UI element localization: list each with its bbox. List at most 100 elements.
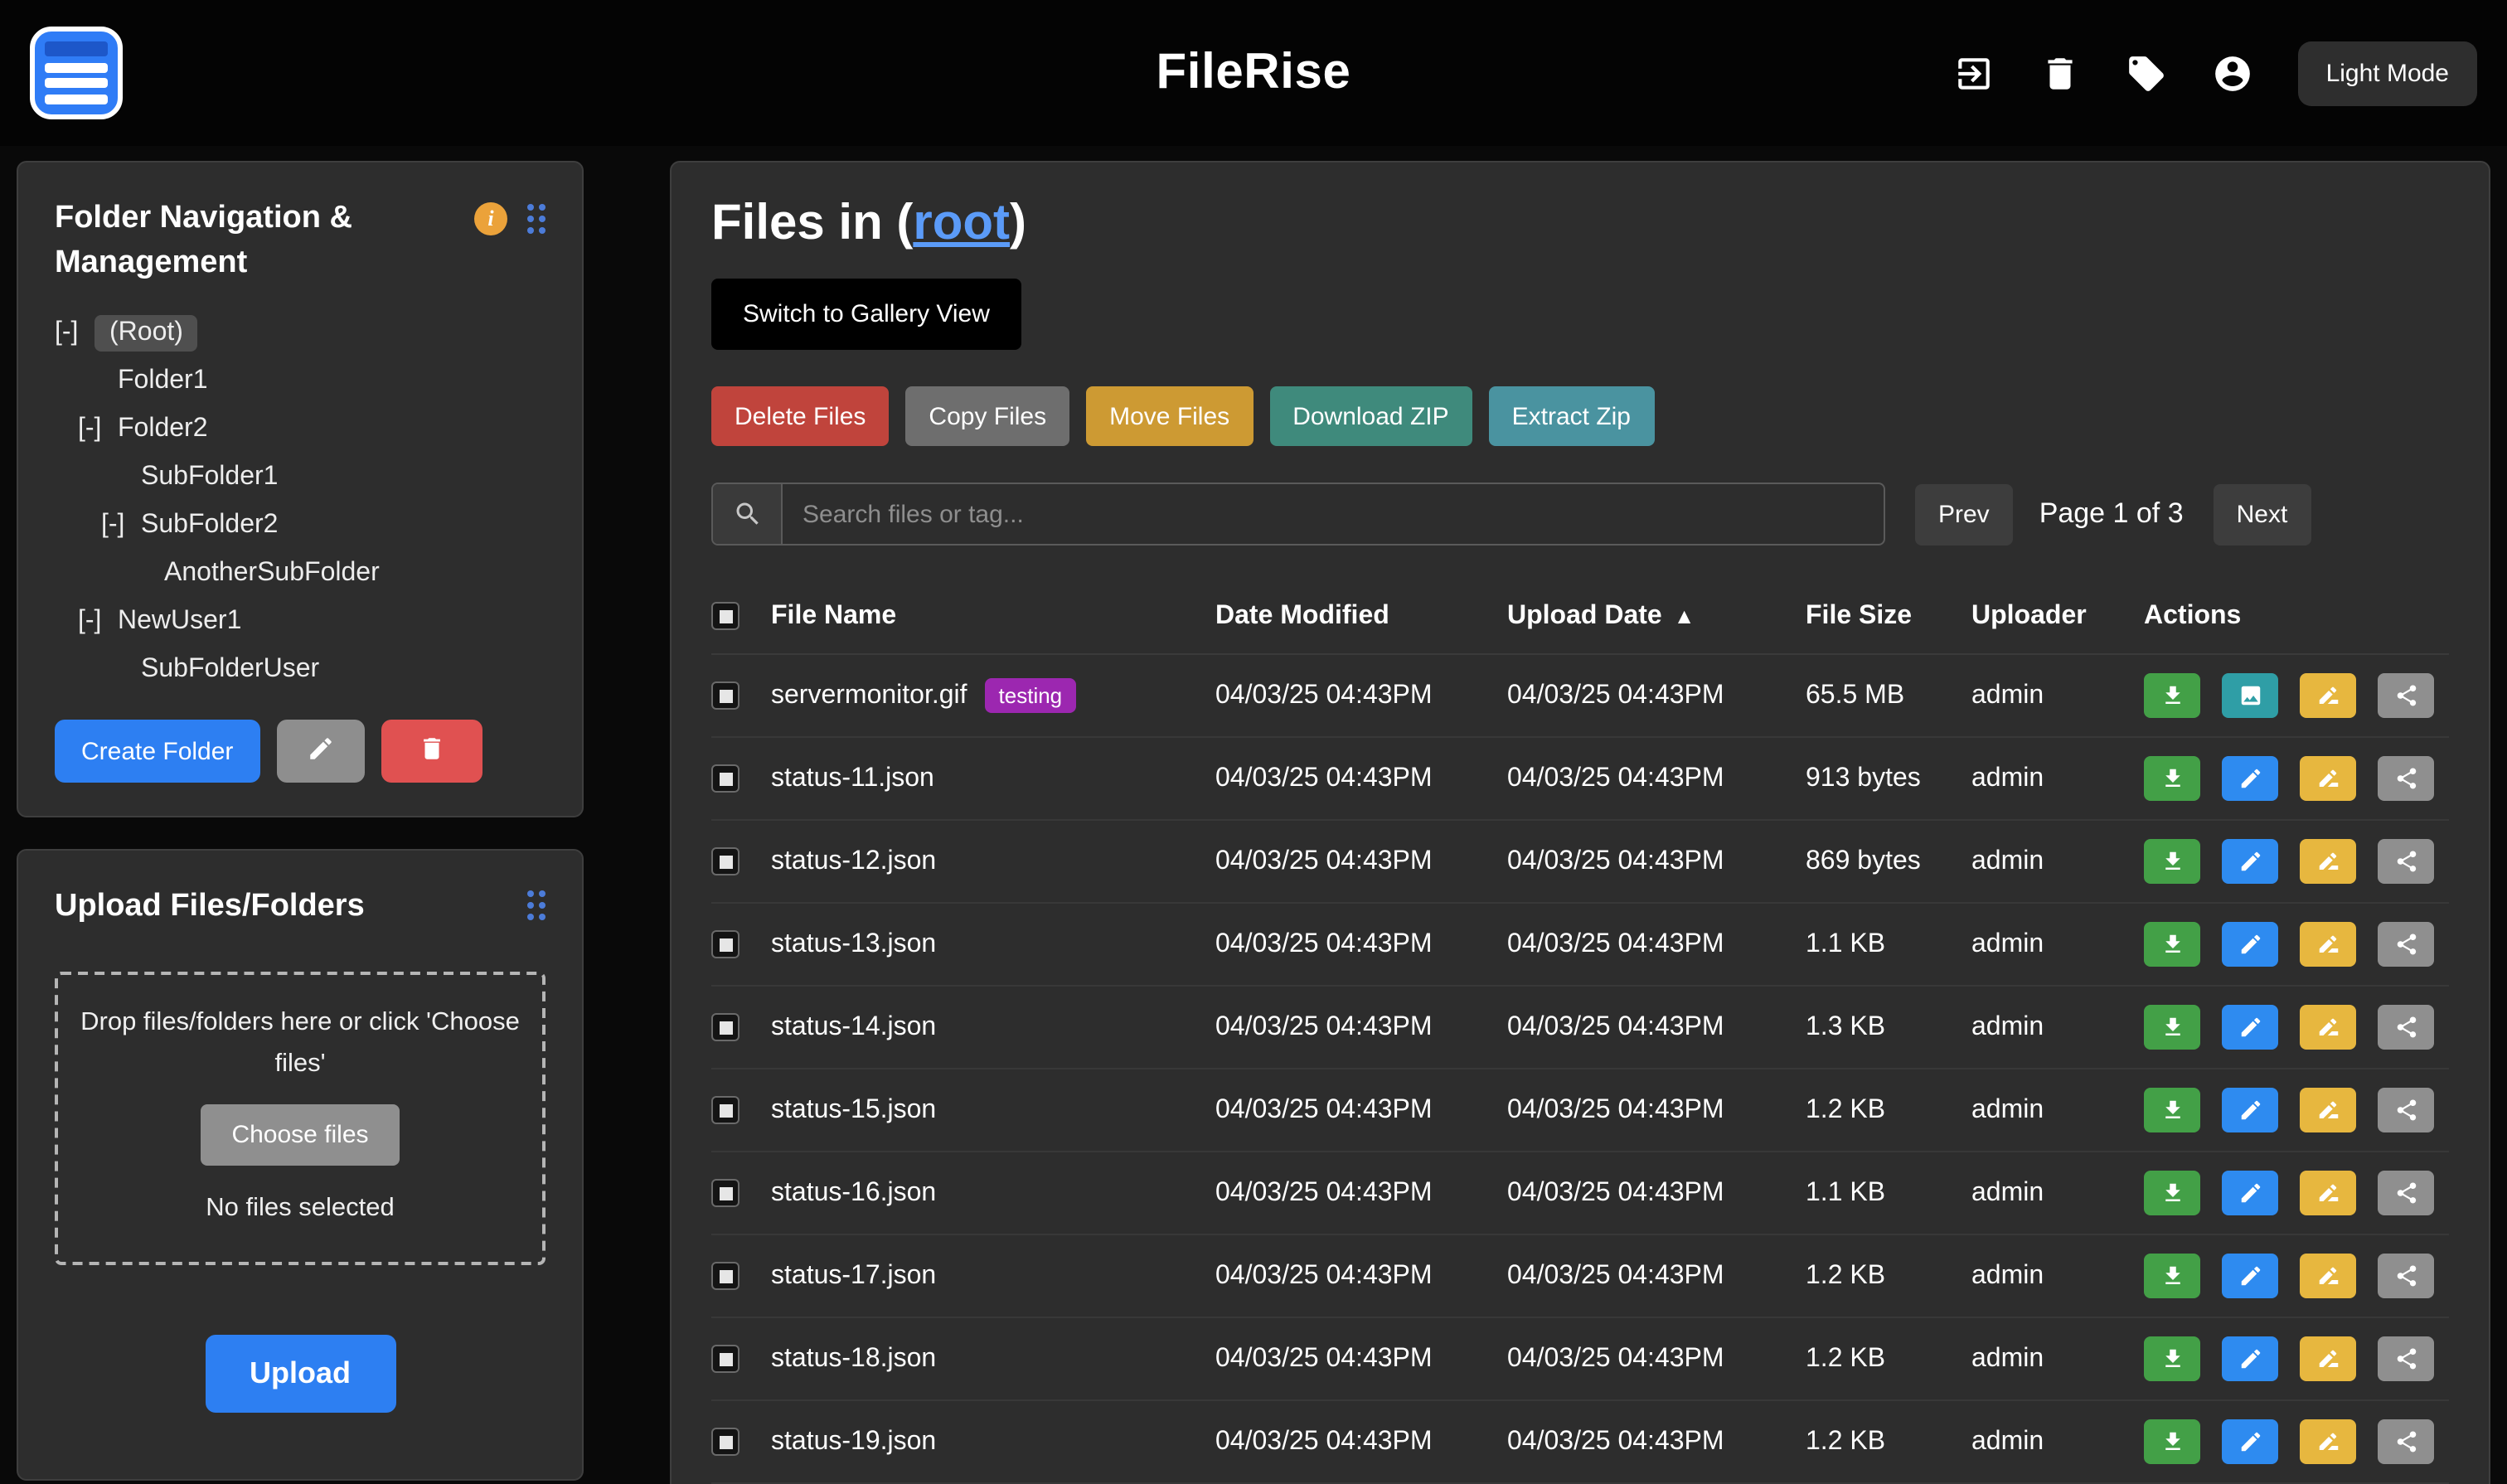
file-name[interactable]: status-14.json <box>771 1012 936 1042</box>
download-button[interactable] <box>2144 1254 2200 1298</box>
edit-button[interactable] <box>2222 922 2278 967</box>
row-checkbox[interactable] <box>711 930 739 958</box>
folder-name[interactable]: Folder1 <box>118 366 208 395</box>
edit-button[interactable] <box>2222 1419 2278 1464</box>
rename-button[interactable] <box>2300 756 2356 801</box>
drag-handle-icon[interactable] <box>527 890 546 920</box>
create-folder-button[interactable]: Create Folder <box>55 720 259 783</box>
file-name[interactable]: status-17.json <box>771 1261 936 1291</box>
download-button[interactable] <box>2144 1336 2200 1381</box>
file-name[interactable]: servermonitor.gif <box>771 681 967 710</box>
folder-name[interactable]: NewUser1 <box>118 606 241 636</box>
file-name[interactable]: status-13.json <box>771 929 936 959</box>
share-button[interactable] <box>2378 922 2434 967</box>
tree-collapse-toggle[interactable]: [-] <box>78 606 118 636</box>
row-checkbox[interactable] <box>711 1262 739 1290</box>
row-checkbox[interactable] <box>711 1428 739 1456</box>
folder-tree-item[interactable]: [-]NewUser1 <box>55 597 546 645</box>
gallery-view-button[interactable]: Switch to Gallery View <box>711 279 1021 350</box>
folder-tree-item[interactable]: AnotherSubFolder <box>55 549 546 597</box>
edit-button[interactable] <box>2222 1254 2278 1298</box>
file-name[interactable]: status-15.json <box>771 1095 936 1125</box>
share-button[interactable] <box>2378 673 2434 718</box>
folder-name[interactable]: Folder2 <box>118 414 208 444</box>
file-name[interactable]: status-12.json <box>771 846 936 876</box>
tag-icon[interactable] <box>2126 52 2167 94</box>
tree-collapse-toggle[interactable]: [-] <box>78 414 118 444</box>
info-icon[interactable]: i <box>474 202 507 235</box>
search-input[interactable] <box>783 484 1884 544</box>
rename-button[interactable] <box>2300 673 2356 718</box>
share-button[interactable] <box>2378 1005 2434 1050</box>
share-button[interactable] <box>2378 1088 2434 1132</box>
move-files-button[interactable]: Move Files <box>1086 386 1253 446</box>
share-button[interactable] <box>2378 1419 2434 1464</box>
account-icon[interactable] <box>2212 52 2253 94</box>
download-button[interactable] <box>2144 673 2200 718</box>
edit-button[interactable] <box>2222 1171 2278 1215</box>
root-link[interactable]: root <box>913 196 1010 250</box>
logout-icon[interactable] <box>1953 52 1995 94</box>
edit-button[interactable] <box>2222 839 2278 884</box>
tree-collapse-toggle[interactable]: [-] <box>55 318 95 347</box>
folder-name[interactable]: SubFolderUser <box>141 654 319 684</box>
row-checkbox[interactable] <box>711 1013 739 1041</box>
file-name[interactable]: status-18.json <box>771 1344 936 1374</box>
download-button[interactable] <box>2144 1005 2200 1050</box>
folder-name[interactable]: AnotherSubFolder <box>164 558 380 588</box>
file-name[interactable]: status-11.json <box>771 764 934 793</box>
download-button[interactable] <box>2144 756 2200 801</box>
rename-folder-button[interactable] <box>276 720 364 783</box>
file-name[interactable]: status-16.json <box>771 1178 936 1208</box>
rename-button[interactable] <box>2300 1254 2356 1298</box>
delete-files-button[interactable]: Delete Files <box>711 386 889 446</box>
column-header-file-name[interactable]: File Name <box>771 601 1215 631</box>
copy-files-button[interactable]: Copy Files <box>905 386 1069 446</box>
row-checkbox[interactable] <box>711 681 739 710</box>
select-all-checkbox[interactable] <box>711 602 739 630</box>
row-checkbox[interactable] <box>711 1096 739 1124</box>
choose-files-button[interactable]: Choose files <box>200 1104 400 1166</box>
folder-tree-item[interactable]: SubFolderUser <box>55 645 546 693</box>
file-tag-badge[interactable]: testing <box>986 678 1076 713</box>
next-page-button[interactable]: Next <box>2214 483 2311 545</box>
column-header-date-modified[interactable]: Date Modified <box>1215 601 1507 631</box>
rename-button[interactable] <box>2300 1005 2356 1050</box>
share-button[interactable] <box>2378 756 2434 801</box>
share-button[interactable] <box>2378 1171 2434 1215</box>
folder-name[interactable]: SubFolder2 <box>141 510 278 540</box>
share-button[interactable] <box>2378 1254 2434 1298</box>
light-mode-button[interactable]: Light Mode <box>2298 41 2477 105</box>
file-name[interactable]: status-19.json <box>771 1427 936 1457</box>
column-header-file-size[interactable]: File Size <box>1806 601 1971 631</box>
rename-button[interactable] <box>2300 1088 2356 1132</box>
prev-page-button[interactable]: Prev <box>1915 483 2013 545</box>
folder-tree-item[interactable]: Folder1 <box>55 356 546 405</box>
dropzone[interactable]: Drop files/folders here or click 'Choose… <box>55 972 546 1265</box>
folder-tree-item[interactable]: SubFolder1 <box>55 453 546 501</box>
column-header-actions[interactable]: Actions <box>2144 601 2449 631</box>
edit-button[interactable] <box>2222 1336 2278 1381</box>
filerise-logo[interactable] <box>30 27 123 119</box>
search-icon[interactable] <box>713 484 783 544</box>
column-header-upload-date[interactable]: Upload Date▲ <box>1507 601 1806 631</box>
row-checkbox[interactable] <box>711 1345 739 1373</box>
rename-button[interactable] <box>2300 922 2356 967</box>
edit-button[interactable] <box>2222 1088 2278 1132</box>
rename-button[interactable] <box>2300 1171 2356 1215</box>
edit-button[interactable] <box>2222 756 2278 801</box>
download-button[interactable] <box>2144 1419 2200 1464</box>
trash-icon[interactable] <box>2039 52 2081 94</box>
share-button[interactable] <box>2378 1336 2434 1381</box>
download-zip-button[interactable]: Download ZIP <box>1269 386 1472 446</box>
share-button[interactable] <box>2378 839 2434 884</box>
row-checkbox[interactable] <box>711 764 739 793</box>
preview-button[interactable] <box>2222 673 2278 718</box>
delete-folder-button[interactable] <box>381 720 482 783</box>
drag-handle-icon[interactable] <box>527 204 546 234</box>
folder-name[interactable]: SubFolder1 <box>141 462 278 492</box>
row-checkbox[interactable] <box>711 847 739 875</box>
edit-button[interactable] <box>2222 1005 2278 1050</box>
folder-tree-item[interactable]: [-]Folder2 <box>55 405 546 453</box>
row-checkbox[interactable] <box>711 1179 739 1207</box>
